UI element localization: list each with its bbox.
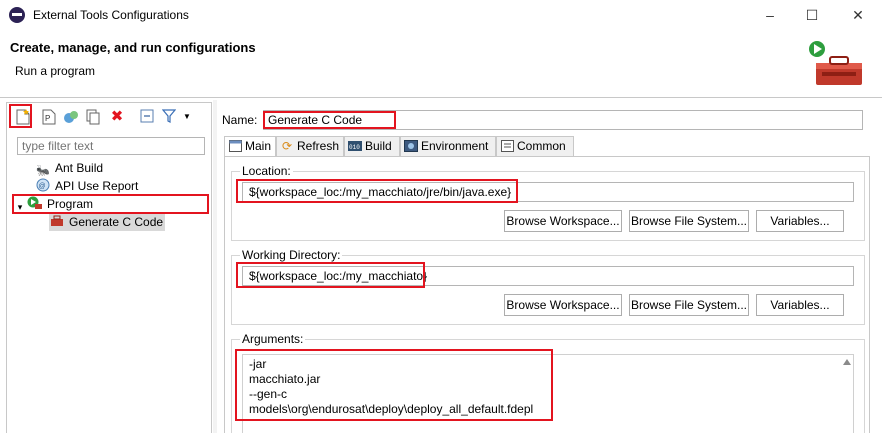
new-config-icon[interactable]	[15, 109, 31, 125]
chevron-down-icon[interactable]: ▾	[15, 200, 25, 214]
working-directory-group: Working Directory: ${workspace_loc:/my_m…	[231, 248, 865, 325]
scroll-up-arrow-icon[interactable]	[843, 359, 851, 365]
ant-icon: 🐜	[36, 165, 50, 177]
svg-text:P: P	[45, 114, 50, 123]
main-tab-icon	[228, 140, 242, 153]
location-label: Location:	[240, 164, 293, 178]
tree-item-generate-c-code[interactable]: Generate C Code	[49, 213, 166, 231]
common-icon	[500, 140, 514, 153]
tab-main[interactable]: Main	[224, 136, 276, 157]
collapse-all-icon[interactable]	[139, 109, 155, 125]
tab-common[interactable]: Common	[496, 136, 574, 156]
arguments-textarea[interactable]: -jar macchiato.jar --gen-c models\org\en…	[242, 354, 854, 433]
config-toolbar: P ✖ ▼	[11, 107, 207, 127]
working-directory-field[interactable]: ${workspace_loc:/my_macchiato}	[242, 266, 854, 286]
dialog-header: Create, manage, and run configurations R…	[0, 30, 882, 98]
workdir-browse-filesystem-button[interactable]: Browse File System...	[629, 294, 749, 316]
header-title: Create, manage, and run configurations	[10, 40, 256, 55]
environment-icon	[404, 140, 418, 153]
location-variables-button[interactable]: Variables...	[756, 210, 844, 232]
working-directory-label: Working Directory:	[240, 248, 343, 262]
config-tabs: Main ⟳ Refresh 010 Build Environment Comm…	[224, 136, 870, 158]
workdir-variables-button[interactable]: Variables...	[756, 294, 844, 316]
argument-line: -jar	[249, 357, 267, 371]
svg-text:@: @	[39, 183, 46, 190]
argument-line: --gen-c	[249, 387, 288, 401]
export-icon[interactable]	[63, 109, 79, 125]
program-icon	[27, 196, 43, 210]
tree-item-api-use-report[interactable]: @ API Use Report	[35, 177, 138, 195]
toolbox-icon	[809, 41, 862, 85]
window-title: External Tools Configurations	[33, 8, 189, 22]
name-field[interactable]: Generate C Code	[263, 110, 863, 130]
arguments-label: Arguments:	[240, 332, 306, 346]
svg-text:010: 010	[349, 144, 360, 151]
filter-input[interactable]	[17, 137, 205, 155]
header-subtitle: Run a program	[15, 64, 96, 78]
minimize-button[interactable]: –	[760, 5, 780, 25]
tab-environment[interactable]: Environment	[400, 136, 496, 156]
close-button[interactable]: ✕	[848, 5, 868, 25]
api-report-icon: @	[35, 178, 51, 192]
config-editor: Name: Generate C Code Main ⟳ Refresh 010 …	[218, 102, 880, 433]
pane-sash[interactable]	[213, 100, 217, 433]
name-label: Name:	[222, 113, 258, 127]
duplicate-icon[interactable]	[85, 109, 101, 125]
workdir-browse-workspace-button[interactable]: Browse Workspace...	[504, 294, 622, 316]
program-config-icon	[49, 214, 65, 228]
filter-icon[interactable]	[161, 109, 177, 125]
tab-refresh[interactable]: ⟳ Refresh	[276, 136, 344, 156]
refresh-icon: ⟳	[281, 139, 293, 153]
location-group: Location: ${workspace_loc:/my_macchiato/…	[231, 164, 865, 241]
new-prototype-icon[interactable]: P	[41, 109, 57, 125]
build-icon: 010	[348, 140, 362, 153]
location-browse-workspace-button[interactable]: Browse Workspace...	[504, 210, 622, 232]
location-field[interactable]: ${workspace_loc:/my_macchiato/jre/bin/ja…	[242, 182, 854, 202]
tree-item-program[interactable]: ▾ Program	[15, 195, 93, 213]
title-bar: External Tools Configurations – ☐ ✕	[0, 0, 882, 30]
location-browse-filesystem-button[interactable]: Browse File System...	[629, 210, 749, 232]
maximize-button[interactable]: ☐	[802, 5, 822, 25]
dropdown-icon[interactable]: ▼	[179, 109, 195, 125]
argument-line: models\org\endurosat\deploy\deploy_all_d…	[249, 402, 534, 416]
eclipse-icon	[9, 7, 25, 23]
main-tab-content: Location: ${workspace_loc:/my_macchiato/…	[224, 156, 870, 433]
tab-build[interactable]: 010 Build	[344, 136, 400, 156]
tree-item-ant-build[interactable]: 🐜 Ant Build	[35, 159, 103, 177]
arguments-group: Arguments: -jar macchiato.jar --gen-c mo…	[231, 332, 865, 433]
delete-icon[interactable]: ✖	[109, 109, 125, 125]
argument-line: macchiato.jar	[249, 372, 321, 386]
config-list-pane: P ✖ ▼ 🐜Ant Build @ API Use Report ▾ Prog…	[6, 102, 212, 433]
